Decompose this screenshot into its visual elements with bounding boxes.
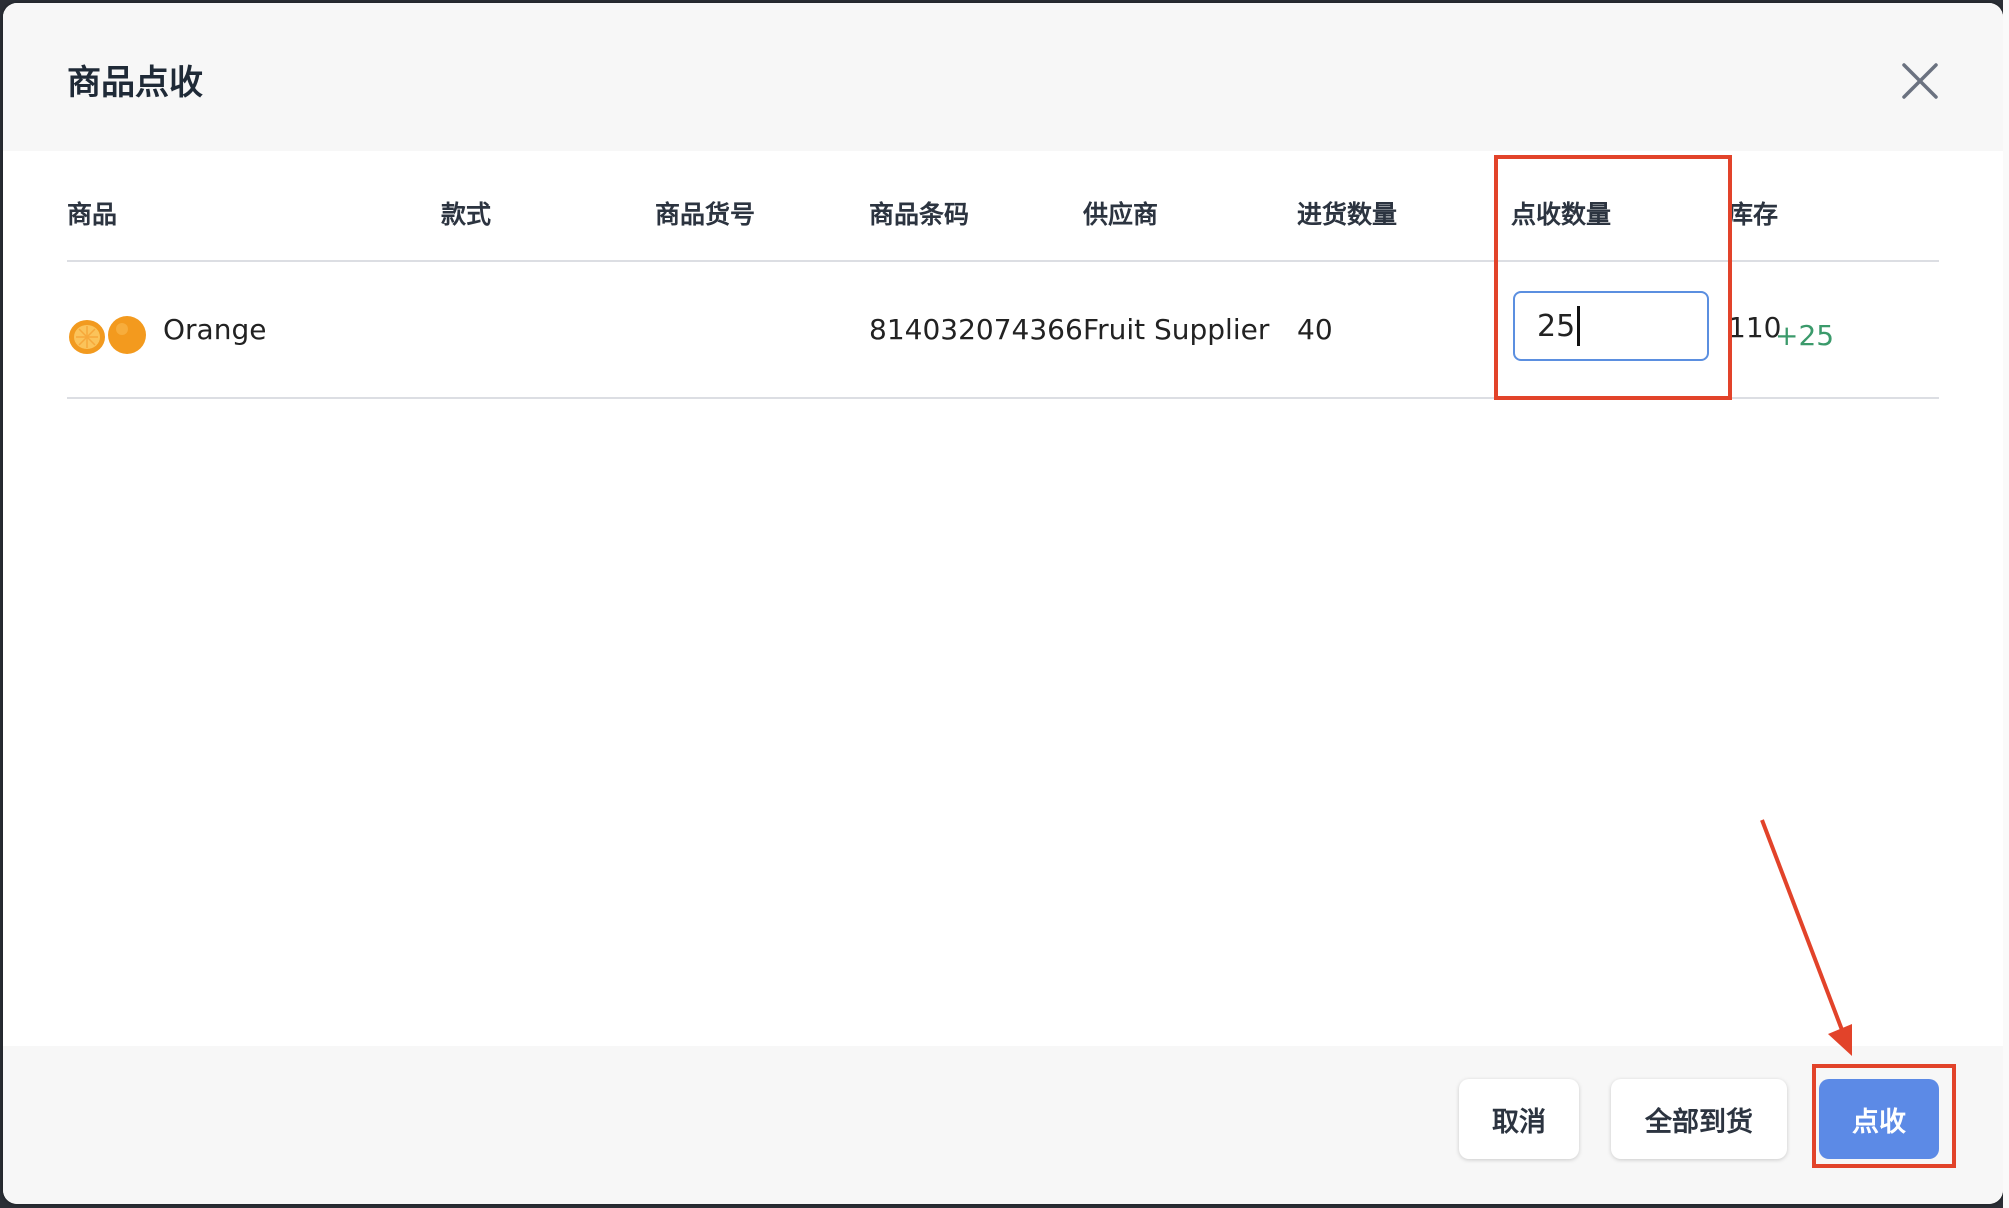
barcode-cell: 814032074366	[869, 313, 1083, 346]
background-page-edge	[2003, 0, 2009, 1208]
receive-dialog: 商品点收 商品 款式 商品货号 商品条码 供应商 进货数量 点收数量 库存 Or…	[3, 3, 2003, 1204]
header-divider	[67, 260, 1939, 262]
header-purchase-qty: 进货数量	[1297, 200, 1398, 229]
close-icon[interactable]	[1896, 57, 1944, 105]
dialog-header: 商品点收	[3, 3, 2003, 151]
header-style: 款式	[441, 200, 492, 229]
text-caret	[1577, 306, 1580, 346]
purchase-qty-cell: 40	[1297, 313, 1333, 346]
dialog-title: 商品点收	[67, 63, 203, 103]
header-stock: 库存	[1728, 200, 1779, 229]
row-divider	[67, 397, 1939, 399]
header-receive-qty: 点收数量	[1511, 200, 1612, 229]
receive-button[interactable]: 点收	[1819, 1079, 1939, 1159]
receive-qty-input[interactable]	[1513, 291, 1709, 361]
orange-thumbnail-icon	[67, 313, 151, 357]
header-supplier: 供应商	[1083, 200, 1159, 229]
header-barcode: 商品条码	[869, 200, 970, 229]
header-product: 商品	[67, 200, 118, 229]
supplier-cell: Fruit Supplier	[1083, 313, 1270, 346]
all-arrived-button[interactable]: 全部到货	[1611, 1079, 1787, 1159]
stock-delta: +25	[1775, 319, 1835, 352]
cancel-button[interactable]: 取消	[1459, 1079, 1579, 1159]
header-item-number: 商品货号	[655, 200, 756, 229]
stock-value: 110	[1728, 311, 1782, 344]
product-name: Orange	[163, 313, 267, 346]
